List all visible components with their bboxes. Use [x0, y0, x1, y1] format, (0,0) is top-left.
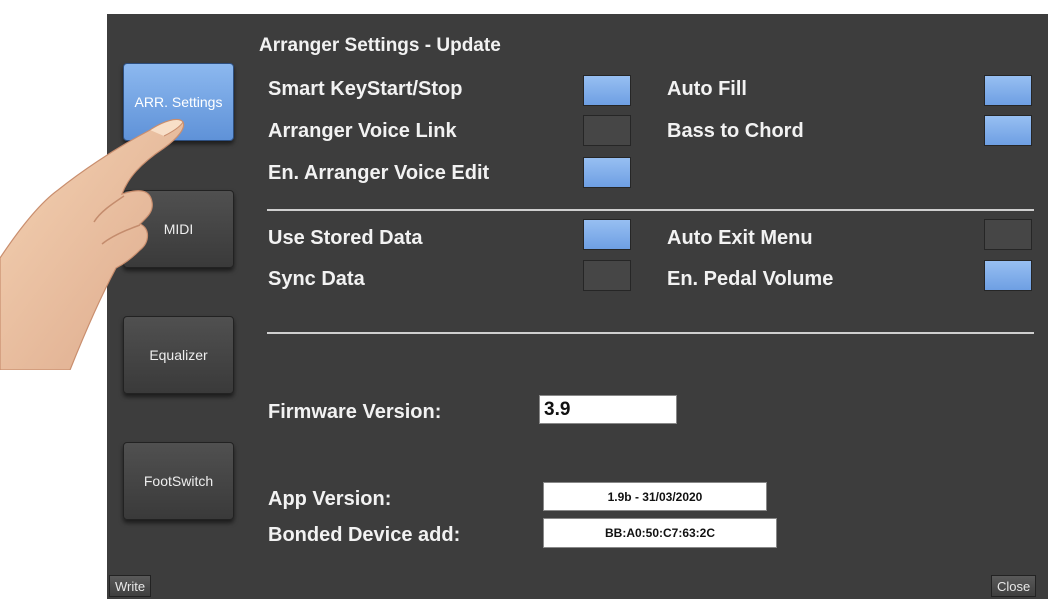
- close-button[interactable]: Close: [991, 575, 1037, 597]
- en-arranger-voice-edit-toggle[interactable]: [583, 157, 631, 188]
- smart-keystart-toggle[interactable]: [583, 75, 631, 106]
- app-version-field: 1.9b - 31/03/2020: [543, 482, 767, 511]
- bass-to-chord-toggle[interactable]: [984, 115, 1032, 146]
- firmware-version-field: 3.9: [539, 395, 677, 424]
- section-divider: [267, 209, 1034, 211]
- nav-footswitch-button[interactable]: FootSwitch: [123, 442, 234, 520]
- en-arranger-voice-edit-label: En. Arranger Voice Edit: [268, 162, 490, 184]
- en-pedal-volume-label: En. Pedal Volume: [667, 268, 834, 290]
- sync-data-toggle[interactable]: [583, 260, 631, 291]
- bonded-device-label: Bonded Device add:: [268, 524, 461, 546]
- firmware-version-label: Firmware Version:: [268, 401, 442, 423]
- sync-data-label: Sync Data: [268, 268, 365, 290]
- device-screen: Arranger Settings - Update ARR. Settings…: [107, 14, 1048, 599]
- auto-exit-menu-toggle[interactable]: [984, 219, 1032, 250]
- screen-title: Arranger Settings - Update: [259, 35, 501, 56]
- arranger-voice-link-toggle[interactable]: [583, 115, 631, 146]
- app-version-label: App Version:: [268, 488, 392, 510]
- auto-fill-toggle[interactable]: [984, 75, 1032, 106]
- write-button[interactable]: Write: [109, 575, 152, 597]
- bass-to-chord-label: Bass to Chord: [667, 120, 804, 142]
- pointing-hand-icon: [0, 118, 185, 370]
- smart-keystart-label: Smart KeyStart/Stop: [268, 78, 463, 100]
- en-pedal-volume-toggle[interactable]: [984, 260, 1032, 291]
- use-stored-data-label: Use Stored Data: [268, 227, 423, 249]
- auto-fill-label: Auto Fill: [667, 78, 747, 100]
- auto-exit-menu-label: Auto Exit Menu: [667, 227, 813, 249]
- bonded-device-field: BB:A0:50:C7:63:2C: [543, 518, 777, 548]
- section-divider: [267, 332, 1034, 334]
- arranger-voice-link-label: Arranger Voice Link: [268, 120, 457, 142]
- use-stored-data-toggle[interactable]: [583, 219, 631, 250]
